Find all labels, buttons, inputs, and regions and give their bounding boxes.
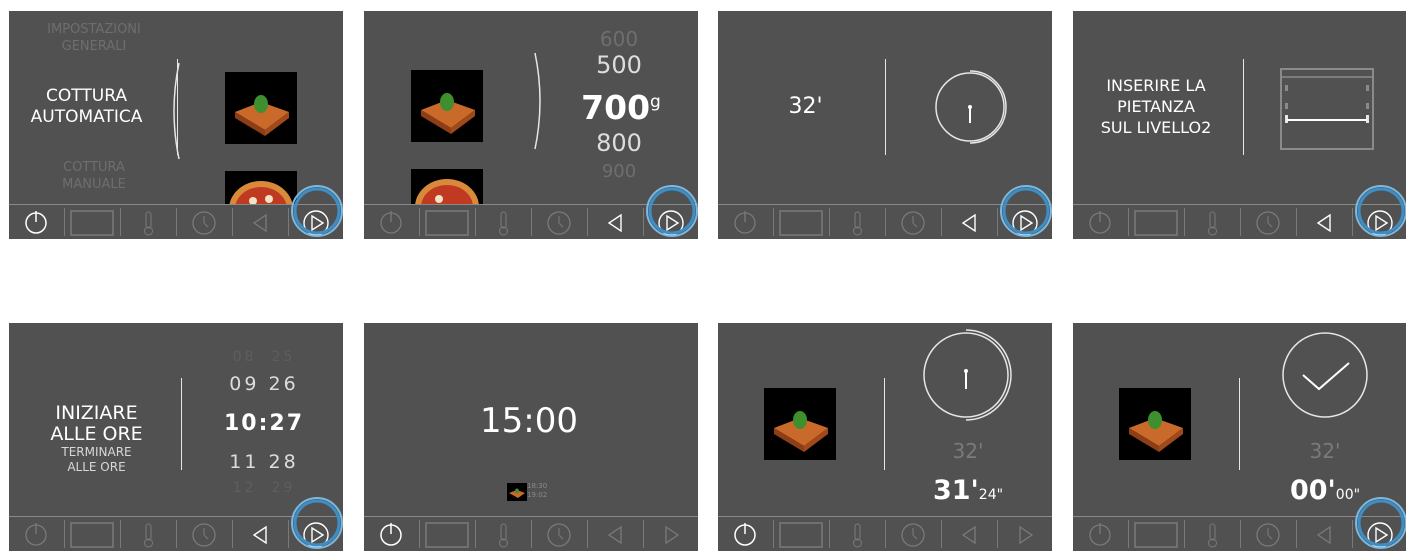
- lasagna-icon[interactable]: [225, 72, 297, 144]
- toolbar-thermometer-button[interactable]: [121, 517, 176, 551]
- check-icon: [1282, 332, 1368, 418]
- time-row-bottom[interactable]: 12 29: [214, 480, 314, 496]
- timer-dial-icon: [923, 329, 1012, 421]
- highlight-ring: [646, 185, 698, 237]
- toolbar-clock-button[interactable]: [886, 205, 941, 239]
- highlight-ring: [291, 497, 343, 549]
- menu-item-manual-cooking[interactable]: COTTURA MANUALE: [19, 159, 169, 193]
- total-time: 32': [952, 439, 984, 463]
- toolbar-thermometer-button[interactable]: [476, 205, 531, 239]
- weight-selected[interactable]: 700g: [576, 88, 666, 127]
- divider: [1243, 59, 1244, 155]
- panel-cooking-time: 32': [718, 11, 1052, 239]
- panel-cooking-progress: 32' 31'24": [718, 323, 1052, 551]
- time-row-top[interactable]: 08 25: [214, 349, 314, 365]
- time-row-prev[interactable]: 09 26: [214, 373, 314, 395]
- toolbar-oven-button[interactable]: [1129, 205, 1184, 239]
- divider: [181, 378, 182, 470]
- menu-item-automatic-cooking[interactable]: COTTURA AUTOMATICA: [9, 86, 164, 128]
- toolbar-clock-button[interactable]: [177, 205, 232, 239]
- scroll-arc-icon: [534, 52, 541, 150]
- lasagna-icon: [411, 70, 483, 142]
- start-time: 18:30: [527, 482, 548, 490]
- highlight-ring: [1000, 185, 1052, 237]
- oven-level-icon: [1280, 68, 1374, 150]
- toolbar-thermometer-button[interactable]: [1185, 517, 1240, 551]
- toolbar-power-button[interactable]: [9, 205, 64, 239]
- toolbar-forward-button[interactable]: [998, 517, 1052, 551]
- instruction-text: INSERIRE LA PIETANZA SUL LIVELLO2: [1100, 76, 1212, 137]
- end-at-label[interactable]: TERMINARE ALLE ORE: [24, 445, 169, 475]
- toolbar-thermometer-button[interactable]: [830, 517, 885, 551]
- toolbar-oven-button[interactable]: [1129, 517, 1184, 551]
- panel-start-time: INIZIARE ALLE ORE TERMINARE ALLE ORE 08 …: [9, 323, 343, 551]
- toolbar-clock-button[interactable]: [886, 517, 941, 551]
- lasagna-icon: [1119, 388, 1191, 460]
- toolbar-oven-button[interactable]: [774, 205, 829, 239]
- toolbar-power-button[interactable]: [364, 517, 419, 551]
- toolbar-clock-button[interactable]: [1241, 517, 1296, 551]
- toolbar-oven-button[interactable]: [420, 517, 475, 551]
- weight-option[interactable]: 500: [584, 51, 654, 79]
- total-time: 32': [1309, 439, 1341, 463]
- cooking-time: 32': [788, 94, 823, 119]
- toolbar-back-button[interactable]: [1297, 517, 1352, 551]
- lasagna-icon: [764, 388, 836, 460]
- toolbar-oven-button[interactable]: [65, 517, 120, 551]
- toolbar-back-button[interactable]: [588, 205, 643, 239]
- highlight-ring: [291, 185, 343, 237]
- toolbar-clock-button[interactable]: [1241, 205, 1296, 239]
- toolbar-back-button[interactable]: [942, 517, 997, 551]
- toolbar-power-button[interactable]: [364, 205, 419, 239]
- time-row-selected[interactable]: 10:27: [214, 411, 314, 436]
- toolbar: [718, 516, 1052, 551]
- panel-weight-select: 600 500 700g 800 900: [364, 11, 698, 239]
- divider: [177, 59, 178, 155]
- toolbar-back-button[interactable]: [233, 517, 288, 551]
- toolbar-oven-button[interactable]: [420, 205, 475, 239]
- toolbar-clock-button[interactable]: [177, 517, 232, 551]
- toolbar-back-button[interactable]: [233, 205, 288, 239]
- remaining-time: 31'24": [932, 475, 1004, 506]
- toolbar: [364, 516, 698, 551]
- toolbar-power-button[interactable]: [1073, 205, 1128, 239]
- pizza-icon: [411, 169, 483, 209]
- weight-option[interactable]: 600: [584, 27, 654, 51]
- highlight-ring: [1355, 185, 1406, 237]
- timer-dial-icon[interactable]: [930, 67, 1010, 147]
- panel-insert-level: INSERIRE LA PIETANZA SUL LIVELLO2: [1073, 11, 1406, 239]
- current-clock: 15:00: [480, 401, 578, 441]
- toolbar-oven-button[interactable]: [774, 517, 829, 551]
- start-at-label[interactable]: INIZIARE ALLE ORE: [24, 403, 169, 445]
- toolbar-power-button[interactable]: [1073, 517, 1128, 551]
- toolbar-back-button[interactable]: [942, 205, 997, 239]
- toolbar-thermometer-button[interactable]: [1185, 205, 1240, 239]
- panel-cooking-done: 32' 00'00": [1073, 323, 1406, 551]
- toolbar-back-button[interactable]: [1297, 205, 1352, 239]
- lasagna-icon: [507, 483, 527, 501]
- panel-recipe-select: IMPOSTAZIONI GENERALI COTTURA AUTOMATICA…: [9, 11, 343, 239]
- scroll-arc-icon: [173, 62, 180, 160]
- panel-clock: 15:00 18:30 19:02: [364, 323, 698, 551]
- toolbar-thermometer-button[interactable]: [476, 517, 531, 551]
- end-time: 19:02: [527, 491, 548, 499]
- toolbar-oven-button[interactable]: [65, 205, 120, 239]
- toolbar-power-button[interactable]: [718, 517, 773, 551]
- toolbar-power-button[interactable]: [9, 517, 64, 551]
- menu-item-general-settings[interactable]: IMPOSTAZIONI GENERALI: [19, 21, 169, 55]
- divider: [1239, 378, 1240, 470]
- toolbar-power-button[interactable]: [718, 205, 773, 239]
- toolbar-back-button[interactable]: [588, 517, 643, 551]
- weight-option[interactable]: 900: [584, 161, 654, 182]
- divider: [885, 59, 886, 155]
- time-row-next[interactable]: 11 28: [214, 451, 314, 473]
- toolbar-thermometer-button[interactable]: [121, 205, 176, 239]
- divider: [884, 378, 885, 470]
- highlight-ring: [1355, 497, 1406, 549]
- toolbar-thermometer-button[interactable]: [830, 205, 885, 239]
- toolbar-clock-button[interactable]: [532, 205, 587, 239]
- weight-option[interactable]: 800: [584, 129, 654, 157]
- toolbar-clock-button[interactable]: [532, 517, 587, 551]
- toolbar-forward-button[interactable]: [644, 517, 698, 551]
